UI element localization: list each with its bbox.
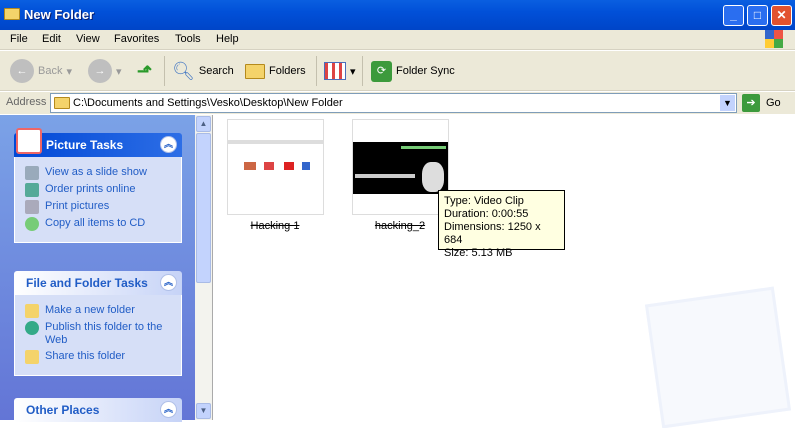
back-button[interactable]: ← Back ▾: [10, 59, 72, 83]
cd-icon: [25, 217, 39, 231]
globe-icon: [25, 321, 39, 335]
tooltip-size: Size: 5.13 MB: [444, 247, 513, 259]
address-bar: Address C:\Documents and Settings\Vesko\…: [0, 92, 795, 114]
link-label: Print pictures: [45, 200, 110, 212]
maximize-button[interactable]: □: [747, 5, 768, 26]
link-label: View as a slide show: [45, 166, 147, 178]
views-icon: [324, 62, 346, 80]
dropdown-icon: ▾: [350, 65, 356, 78]
panel-title: Picture Tasks: [46, 138, 124, 152]
menu-bar: File Edit View Favorites Tools Help: [0, 30, 795, 50]
views-button[interactable]: ▾: [324, 59, 356, 83]
scroll-up-button[interactable]: ▲: [196, 116, 211, 132]
collapse-chevron-icon[interactable]: ︽: [160, 401, 177, 418]
scroll-thumb[interactable]: [196, 133, 211, 283]
file-name[interactable]: Hacking 1: [215, 220, 335, 232]
menu-file[interactable]: File: [10, 33, 28, 45]
order-prints-link[interactable]: Order prints online: [25, 183, 181, 197]
copy-to-cd-link[interactable]: Copy all items to CD: [25, 217, 181, 231]
file-info-tooltip: Type: Video Clip Duration: 0:00:55 Dimen…: [438, 190, 565, 259]
tooltip-type: Type: Video Clip: [444, 195, 524, 207]
go-button[interactable]: ➔ Go: [742, 94, 781, 112]
toolbar: ← Back ▾ → ▾ ⬏ 🔍︎ Search Folders ▾ ⟳ Folder S…: [0, 51, 795, 91]
link-label: Copy all items to CD: [45, 217, 146, 229]
menu-help[interactable]: Help: [216, 33, 239, 45]
address-value: C:\Documents and Settings\Vesko\Desktop\…: [73, 97, 343, 109]
up-folder-button[interactable]: ⬏: [137, 59, 152, 83]
tooltip-duration: Duration: 0:00:55: [444, 208, 529, 220]
panel-title: Other Places: [26, 403, 100, 417]
collapse-chevron-icon[interactable]: ︽: [160, 136, 177, 153]
address-label: Address: [6, 96, 47, 108]
publish-web-link[interactable]: Publish this folder to the Web: [25, 321, 181, 347]
link-label: Publish this folder to the Web: [45, 321, 163, 346]
print-pictures-link[interactable]: Print pictures: [25, 200, 181, 214]
folders-icon: [245, 63, 265, 79]
tooltip-dimensions: Dimensions: 1250 x 684: [444, 221, 541, 246]
folder-sync-button[interactable]: ⟳ Folder Sync: [371, 59, 455, 83]
folder-icon: [4, 8, 20, 20]
scroll-down-button[interactable]: ▼: [196, 403, 211, 419]
folders-button[interactable]: Folders: [245, 59, 306, 83]
printer-icon: [25, 200, 39, 214]
watermark-image: [644, 286, 792, 428]
share-folder-icon: [25, 350, 39, 364]
dropdown-icon: ▾: [116, 65, 122, 78]
dropdown-icon: ▾: [66, 65, 72, 78]
menu-tools[interactable]: Tools: [175, 33, 201, 45]
windows-logo-icon: [765, 30, 783, 48]
make-folder-link[interactable]: Make a new folder: [25, 304, 181, 318]
order-prints-icon: [25, 183, 39, 197]
task-pane-scrollbar[interactable]: ▲ ▼: [195, 115, 212, 420]
up-folder-icon: ⬏: [137, 60, 153, 81]
link-label: Order prints online: [45, 183, 136, 195]
picture-tasks-panel: Picture Tasks ︽ View as a slide show Orde…: [14, 128, 182, 243]
folder-icon: [54, 97, 70, 109]
folders-label: Folders: [269, 65, 306, 77]
panel-title: File and Folder Tasks: [26, 276, 148, 290]
forward-button[interactable]: → ▾: [88, 59, 122, 83]
title-bar: New Folder _ □ ✕: [0, 0, 795, 30]
address-input[interactable]: C:\Documents and Settings\Vesko\Desktop\…: [50, 93, 737, 113]
search-button[interactable]: 🔍︎ Search: [172, 59, 234, 83]
task-pane: Picture Tasks ︽ View as a slide show Orde…: [0, 115, 195, 422]
sync-icon: ⟳: [371, 60, 392, 82]
go-label: Go: [766, 97, 781, 109]
slide-show-link[interactable]: View as a slide show: [25, 166, 181, 180]
file-tasks-header[interactable]: File and Folder Tasks ︽: [14, 271, 182, 295]
address-dropdown-icon[interactable]: ▼: [720, 95, 735, 111]
folder-sync-label: Folder Sync: [396, 65, 455, 77]
link-label: Make a new folder: [45, 304, 135, 316]
menu-view[interactable]: View: [76, 33, 100, 45]
go-arrow-icon: ➔: [742, 94, 760, 112]
collapse-chevron-icon[interactable]: ︽: [160, 274, 177, 291]
other-places-panel: Other Places ︽: [14, 398, 182, 422]
picture-tasks-icon: [16, 128, 42, 154]
back-label: Back: [38, 65, 63, 77]
other-places-header[interactable]: Other Places ︽: [14, 398, 182, 422]
back-arrow-icon: ←: [10, 59, 34, 83]
new-folder-icon: [25, 304, 39, 318]
menu-edit[interactable]: Edit: [42, 33, 61, 45]
share-folder-link[interactable]: Share this folder: [25, 350, 181, 364]
window-title: New Folder: [24, 7, 95, 22]
minimize-button[interactable]: _: [723, 5, 744, 26]
close-button[interactable]: ✕: [771, 5, 792, 26]
picture-tasks-header[interactable]: Picture Tasks ︽: [14, 128, 182, 157]
file-thumbnail-hacking-1[interactable]: [227, 119, 324, 215]
search-label: Search: [198, 65, 234, 77]
menu-favorites[interactable]: Favorites: [114, 33, 159, 45]
file-thumbnail-hacking-2[interactable]: [352, 119, 449, 215]
slideshow-icon: [25, 166, 39, 180]
search-icon: 🔍︎: [172, 60, 195, 81]
forward-arrow-icon: →: [88, 59, 112, 83]
link-label: Share this folder: [45, 350, 126, 362]
file-folder-tasks-panel: File and Folder Tasks ︽ Make a new folder…: [14, 271, 182, 376]
file-view: Hacking 1 hacking_2 Type: Video Clip Dur…: [212, 115, 795, 428]
